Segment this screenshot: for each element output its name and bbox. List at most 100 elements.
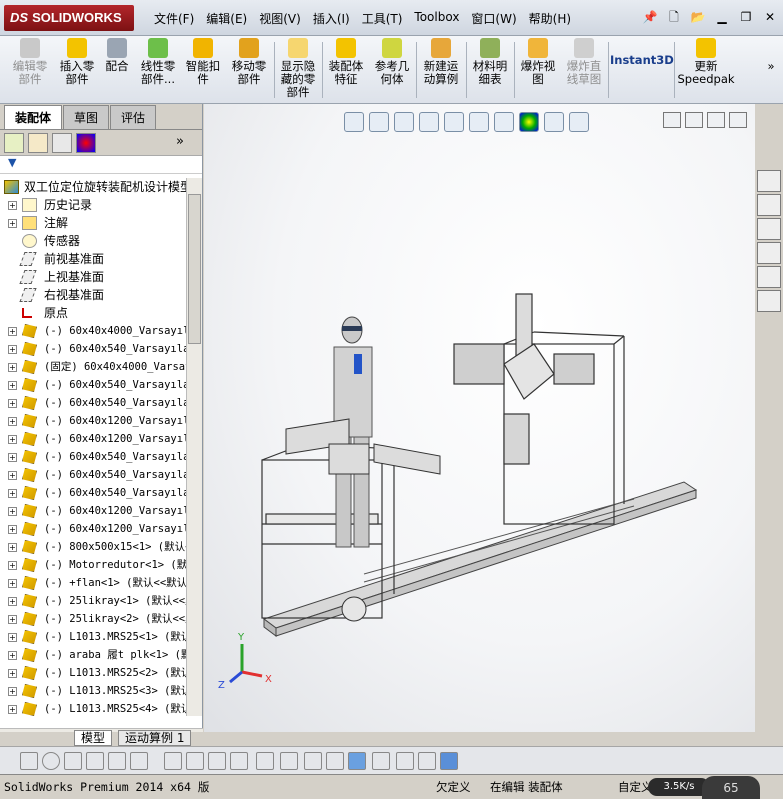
component-row[interactable]: + (-) 60x40x1200_Varsayılan (0, 412, 186, 430)
component-row[interactable]: + (-) araba 履t plk<1> (默 (0, 646, 186, 664)
menu-file[interactable]: 文件(F) (148, 10, 200, 27)
expand-icon[interactable]: + (8, 345, 17, 354)
spline-icon[interactable] (164, 752, 182, 770)
tab-model[interactable]: 模型 (74, 730, 113, 746)
expand-icon[interactable]: + (8, 507, 17, 516)
menu-help[interactable]: 帮助(H) (523, 10, 577, 27)
trim-icon[interactable] (108, 752, 126, 770)
line-icon[interactable] (64, 752, 82, 770)
minimize-icon[interactable]: ▁ (713, 8, 731, 26)
configuration-manager-icon[interactable] (52, 133, 72, 153)
graphics-viewport[interactable]: Y X Z (204, 104, 755, 732)
mirror-icon[interactable] (280, 752, 298, 770)
speedpak-button[interactable]: 更新 Speedpak (676, 38, 736, 86)
menu-view[interactable]: 视图(V) (253, 10, 307, 27)
instant3d-button[interactable]: Instant3D (610, 54, 674, 67)
assembly-features-button[interactable]: 装配体 特征 (324, 38, 368, 86)
move-entities-icon[interactable] (326, 752, 344, 770)
menu-tools[interactable]: 工具(T) (356, 10, 409, 27)
expand-icon[interactable]: + (8, 471, 17, 480)
insert-component-button[interactable]: 插入零 部件 (56, 38, 98, 86)
expand-icon[interactable]: + (8, 597, 17, 606)
new-motion-study-button[interactable]: 新建运 动算例 (418, 38, 464, 86)
filter-icon[interactable]: ▼ (0, 156, 202, 174)
expand-icon[interactable]: + (8, 705, 17, 714)
edit-component-button[interactable]: 编辑零 部件 (8, 38, 52, 86)
polygon-icon[interactable] (86, 752, 104, 770)
menu-window[interactable]: 窗口(W) (465, 10, 522, 27)
file-explorer-icon[interactable] (757, 218, 781, 240)
offset-icon[interactable] (230, 752, 248, 770)
expand-icon[interactable]: + (8, 453, 17, 462)
expand-icon[interactable]: + (8, 525, 17, 534)
chevron-right-icon[interactable]: » (176, 134, 196, 154)
close-icon[interactable]: ✕ (761, 8, 779, 26)
component-row[interactable]: + (-) L1013.MRS25<4> (默认 (0, 700, 186, 716)
component-row[interactable]: + (固定) 60x40x4000_Varsayılan (0, 358, 186, 376)
smart-dimension-icon[interactable] (256, 752, 274, 770)
expand-icon[interactable]: + (8, 651, 17, 660)
reference-geometry-button[interactable]: 参考几 何体 (370, 38, 414, 86)
component-row[interactable]: + (-) 60x40x1200_Varsayılan (0, 502, 186, 520)
pin-icon[interactable]: 📌 (641, 8, 659, 26)
component-row[interactable]: + (-) L1013.MRS25<3> (默认 (0, 682, 186, 700)
tab-assembly[interactable]: 装配体 (4, 105, 63, 129)
explode-line-sketch-button[interactable]: 爆炸直 线草图 (562, 38, 606, 86)
expand-icon[interactable]: + (8, 381, 17, 390)
expand-icon[interactable]: + (8, 687, 17, 696)
custom-properties-icon[interactable] (757, 290, 781, 312)
expand-icon[interactable]: + (8, 363, 17, 372)
view-palette-icon[interactable] (757, 242, 781, 264)
menu-edit[interactable]: 编辑(E) (200, 10, 253, 27)
design-library-icon[interactable] (757, 194, 781, 216)
tab-sketch[interactable]: 草图 (63, 105, 110, 129)
tree-item-front-plane[interactable]: 前视基准面 (0, 250, 186, 268)
property-manager-icon[interactable] (28, 133, 48, 153)
tab-evaluate[interactable]: 评估 (110, 105, 157, 129)
expand-icon[interactable]: + (8, 543, 17, 552)
expand-icon[interactable]: + (8, 633, 17, 642)
expand-icon[interactable]: + (8, 579, 17, 588)
reference-axis-icon[interactable] (372, 752, 390, 770)
tree-item-origin[interactable]: 原点 (0, 304, 186, 322)
point-icon[interactable] (20, 752, 38, 770)
component-row[interactable]: + (-) L1013.MRS25<2> (默认 (0, 664, 186, 682)
mate-button[interactable]: 配合 (102, 38, 132, 73)
component-row[interactable]: + (-) 60x40x540_Varsayılan (0, 466, 186, 484)
component-row[interactable]: + (-) L1013.MRS25<1> (默认 (0, 628, 186, 646)
expand-icon[interactable]: + (8, 669, 17, 678)
feature-manager-icon[interactable] (4, 133, 24, 153)
more-commands-icon[interactable]: » (764, 60, 778, 73)
component-row[interactable]: + (-) Motorredutor<1> (默认 (0, 556, 186, 574)
bom-button[interactable]: 材料明 细表 (468, 38, 512, 86)
tree-root[interactable]: 双工位定位旋转装配机设计模型 (0, 178, 186, 196)
expand-icon[interactable]: + (8, 219, 17, 228)
tree-item-history[interactable]: + 历史记录 (0, 196, 186, 214)
solidworks-logo[interactable]: DS SOLIDWORKS (4, 5, 134, 31)
component-row[interactable]: + (-) 60x40x540_Varsayılan (0, 340, 186, 358)
assembly-model[interactable]: Y X Z (204, 104, 755, 732)
new-document-icon[interactable]: 🗋 (665, 8, 683, 26)
show-hidden-button[interactable]: 显示隐 藏的零 部件 (276, 38, 320, 99)
appearances-icon[interactable] (757, 266, 781, 288)
display-style-icon[interactable] (418, 752, 436, 770)
component-row[interactable]: + (-) 800x500x15<1> (默认< (0, 538, 186, 556)
expand-icon[interactable]: + (8, 489, 17, 498)
move-component-button[interactable]: 移动零 部件 (228, 38, 270, 86)
component-row[interactable]: + (-) 25likray<2> (默认<<默 (0, 610, 186, 628)
scrollbar-thumb[interactable] (188, 194, 201, 344)
extrude-icon[interactable] (348, 752, 366, 770)
expand-icon[interactable]: + (8, 327, 17, 336)
component-row[interactable]: + (-) 60x40x4000_Varsayılan (0, 322, 186, 340)
tree-item-right-plane[interactable]: 右视基准面 (0, 286, 186, 304)
tree-item-top-plane[interactable]: 上视基准面 (0, 268, 186, 286)
expand-icon[interactable]: + (8, 399, 17, 408)
expand-icon[interactable]: + (8, 615, 17, 624)
component-row[interactable]: + (-) +flan<1> (默认<<默认 (0, 574, 186, 592)
relations-icon[interactable] (304, 752, 322, 770)
linear-pattern-button[interactable]: 线性零 部件... (136, 38, 180, 86)
display-manager-icon[interactable] (76, 133, 96, 153)
arc-icon[interactable] (130, 752, 148, 770)
tree-vertical-scrollbar[interactable] (186, 178, 202, 716)
component-row[interactable]: + (-) 60x40x540_Varsayılan (0, 394, 186, 412)
